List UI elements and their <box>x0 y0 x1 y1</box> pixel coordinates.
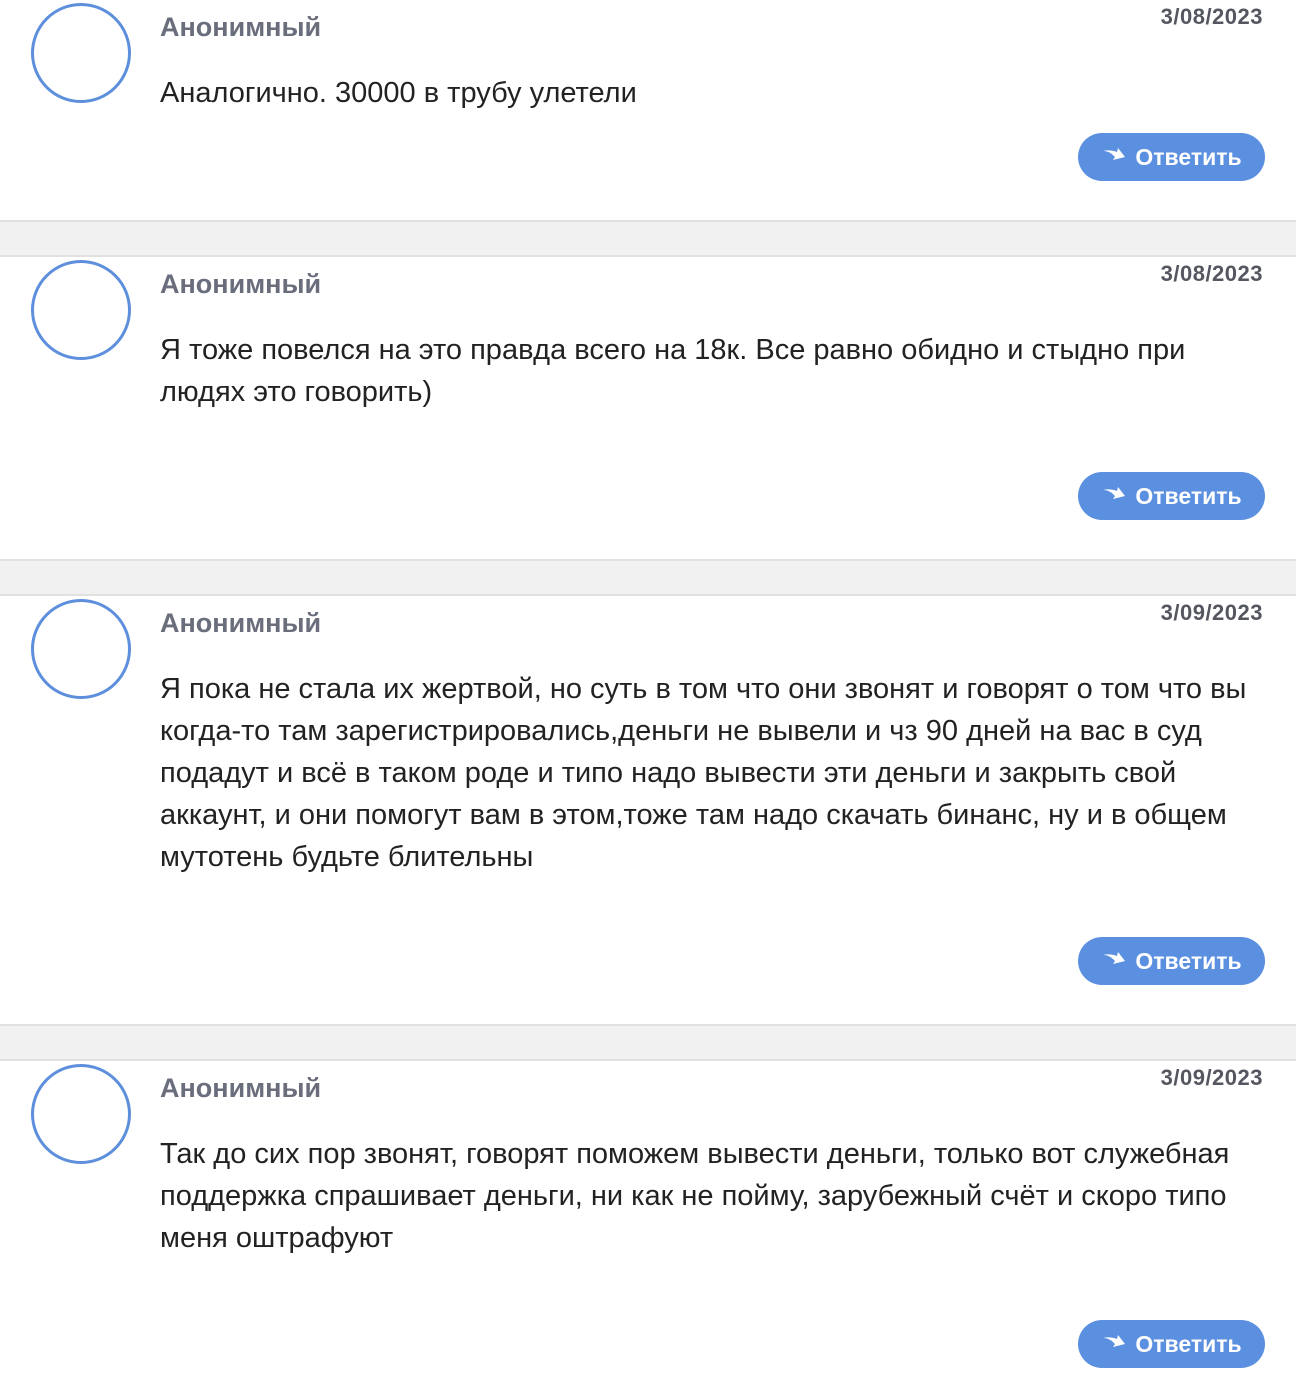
comment-item: Анонимный 3/08/2023 Аналогично. 30000 в … <box>0 0 1296 220</box>
comment-date: 3/08/2023 <box>1160 261 1263 286</box>
comment-text: Я пока не стала их жертвой, но суть в то… <box>160 673 1247 873</box>
comment-author: Анонимный <box>160 608 322 638</box>
reply-arrow-icon <box>1103 148 1126 160</box>
comment-text: Так до сих пор звонят, говорят поможем в… <box>160 1138 1230 1254</box>
comment-author: Анонимный <box>160 1073 322 1103</box>
comment-author: Анонимный <box>160 12 322 42</box>
comment-separator <box>0 220 1296 257</box>
reply-button[interactable]: Ответить <box>1078 1320 1265 1368</box>
reply-arrow-icon <box>1103 487 1126 499</box>
comment-date: 3/09/2023 <box>1160 600 1263 625</box>
comment-item: Анонимный 3/09/2023 Я пока не стала их ж… <box>0 596 1296 1024</box>
avatar <box>31 3 131 103</box>
reply-button-label: Ответить <box>1135 143 1242 170</box>
avatar <box>31 1064 131 1164</box>
comment-date: 3/09/2023 <box>1160 1065 1263 1090</box>
reply-button-label: Ответить <box>1135 1330 1242 1357</box>
comment-text: Я тоже повелся на это правда всего на 18… <box>160 334 1186 408</box>
reply-button[interactable]: Ответить <box>1078 472 1265 520</box>
reply-button[interactable]: Ответить <box>1078 133 1265 181</box>
reply-button-label: Ответить <box>1135 482 1242 509</box>
comment-date: 3/08/2023 <box>1160 4 1263 29</box>
avatar <box>31 599 131 699</box>
comment-separator <box>0 559 1296 596</box>
reply-button[interactable]: Ответить <box>1078 937 1265 985</box>
comments-list: Анонимный 3/08/2023 Аналогично. 30000 в … <box>0 0 1296 1381</box>
comment-text: Аналогично. 30000 в трубу улетели <box>160 77 637 109</box>
comment-item: Анонимный 3/08/2023 Я тоже повелся на эт… <box>0 257 1296 559</box>
reply-arrow-icon <box>1103 1335 1126 1347</box>
avatar <box>31 260 131 360</box>
comment-item: Анонимный 3/09/2023 Так до сих пор звоня… <box>0 1061 1296 1381</box>
reply-button-label: Ответить <box>1135 947 1242 974</box>
comment-author: Анонимный <box>160 269 322 299</box>
comment-separator <box>0 1024 1296 1061</box>
reply-arrow-icon <box>1103 952 1126 964</box>
